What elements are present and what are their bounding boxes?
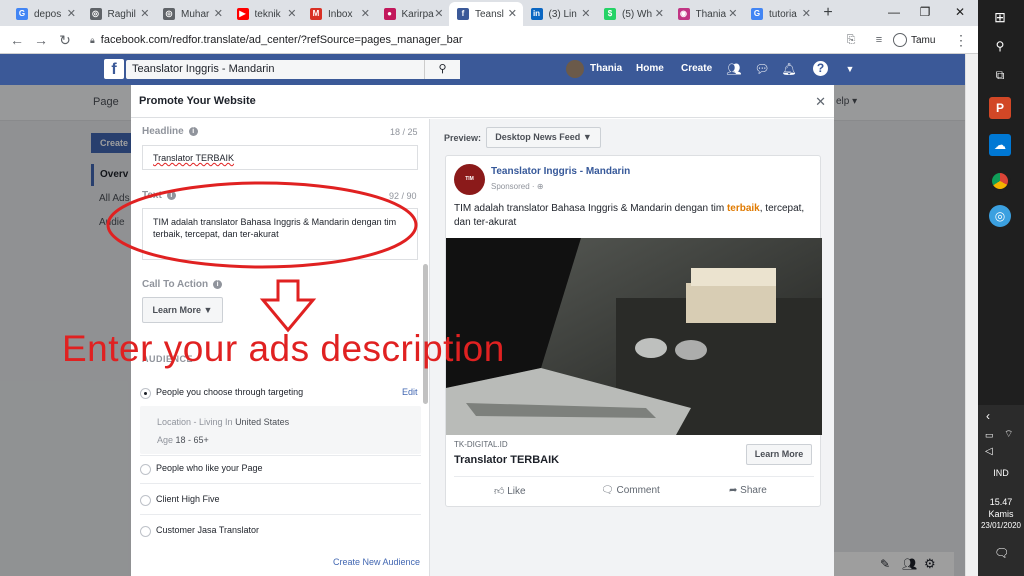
clock-date[interactable]: 23/01/2020 bbox=[978, 521, 1024, 530]
volume-icon[interactable]: ◁ bbox=[985, 446, 993, 457]
clock-time[interactable]: 15.47 bbox=[978, 497, 1024, 507]
page-scrollbar[interactable] bbox=[965, 54, 978, 576]
search-icon[interactable]: ⚲ bbox=[989, 35, 1011, 57]
annotation-overlay bbox=[106, 181, 418, 333]
onedrive-icon[interactable]: ☁ bbox=[989, 134, 1011, 156]
windows-taskbar: ⊞ ⚲ ⧉ P ☁ ◎ ‹ ▭ ⌔ ◁ IND 15.47 Kamis 23/0… bbox=[978, 0, 1024, 576]
tray-expand-icon[interactable]: ‹ bbox=[986, 409, 990, 423]
language-indicator[interactable]: IND bbox=[978, 468, 1024, 478]
annotation-text: Enter your ads description bbox=[62, 328, 505, 369]
battery-icon[interactable]: ▭ bbox=[985, 430, 994, 441]
network-app-icon[interactable]: ◎ bbox=[989, 205, 1011, 227]
task-view-icon[interactable]: ⧉ bbox=[989, 64, 1011, 86]
highlight-circle bbox=[106, 181, 418, 269]
notifications-icon[interactable]: 🗨︎ bbox=[994, 546, 1009, 560]
powerpoint-icon[interactable]: P bbox=[989, 97, 1011, 119]
windows-start-icon[interactable]: ⊞ bbox=[989, 6, 1011, 28]
clock-day[interactable]: Kamis bbox=[978, 509, 1024, 519]
arrow-down-icon bbox=[259, 279, 317, 333]
wifi-icon[interactable]: ⌔ bbox=[1004, 428, 1013, 441]
chrome-icon[interactable] bbox=[989, 170, 1011, 192]
